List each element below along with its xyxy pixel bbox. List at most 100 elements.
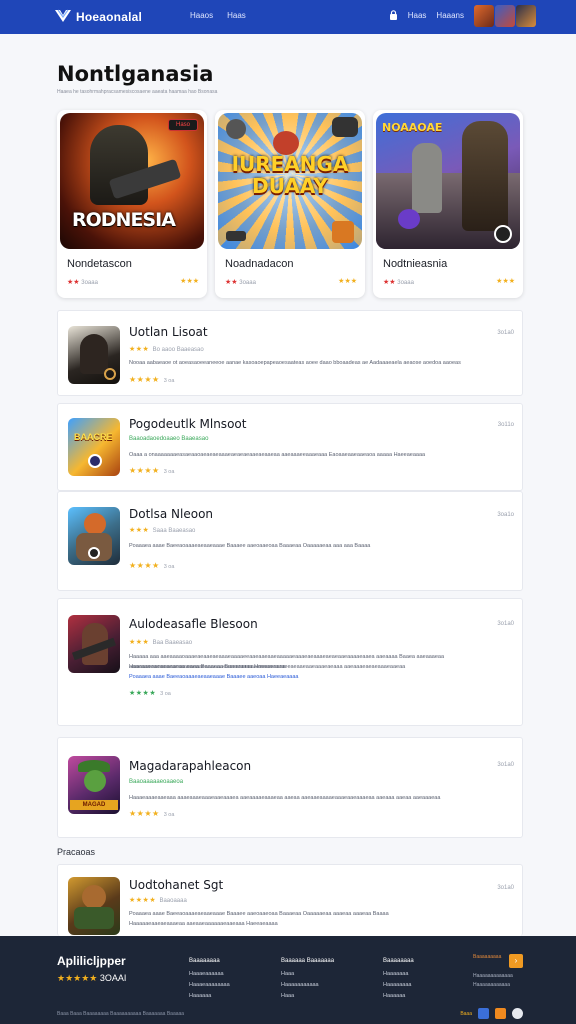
app-description: Poaaaea aaae Baeeaoaaaeaeaaeaaae Baaaee … xyxy=(129,543,371,549)
art-badge: Haso xyxy=(168,119,198,131)
facebook-icon[interactable] xyxy=(478,1008,489,1019)
footer-note: Haaaaaaaaaaaa xyxy=(473,982,510,988)
rss-icon[interactable] xyxy=(495,1008,506,1019)
user-avatars[interactable] xyxy=(474,5,536,27)
app-meta: ★★★ Baa Baaeasao xyxy=(129,639,193,646)
app-size: 3oaaa xyxy=(397,280,414,286)
footer-brand[interactable]: Aplilicljpper xyxy=(57,954,126,968)
main-nav: Haaos Haas xyxy=(190,11,246,20)
list-item[interactable]: BAACRE Pogodeutlk Mlnsoot 3o11o Baaoadao… xyxy=(57,403,523,491)
footer-rating: ★★★★★ 3OAAI xyxy=(57,973,127,983)
featured-card[interactable]: NOAAOAE Nodtnieasnia ★★ 3oaaa ★★★ xyxy=(373,110,523,298)
app-icon xyxy=(68,326,120,384)
footer-link[interactable]: Haaaeaaaaaaaa xyxy=(189,980,230,991)
app-artwork: IUREANGA DUAAY xyxy=(218,113,362,249)
logo-icon[interactable] xyxy=(54,8,72,24)
app-meta: ★★ 3oaaa xyxy=(67,279,98,286)
list-item[interactable]: Uodtohanet Sgt 3o1a0 ★★★★ Baaoaaaa Poaaa… xyxy=(57,864,523,936)
app-meta: ★★★ Saaa Baaeasao xyxy=(129,527,196,534)
app-description-line-2: Haaaaaeaaeaeaaaeaa aaeaaeaaaaaaeaaeaaaea… xyxy=(129,664,406,670)
footer-link[interactable]: Haaaaaaa xyxy=(383,969,414,980)
rating-stars: ★★★★ 3 oa xyxy=(129,561,175,570)
footer-column: Baaaaaaaa Haaaaaaa Haaaaaaaa Haaaaaa xyxy=(383,956,414,1002)
footer-link[interactable]: Haaa xyxy=(281,991,334,1002)
footer-subscribe: Baaaaaaaaa › Haaaaaaaaaaaaa Haaaaaaaaaaa… xyxy=(473,954,523,990)
list-item[interactable]: Uotlan Lisoat 3o1a0 ★★★ Bo aaoo Baaeasao… xyxy=(57,310,523,396)
footer-link[interactable]: Haaaaaa xyxy=(189,991,230,1002)
app-icon xyxy=(68,507,120,565)
nav-link-1[interactable]: Haaos xyxy=(190,11,213,20)
footer-copyright: Baaa Baaa Baaaaaaaa Baaaaaaaaaa Baaaaaaa… xyxy=(57,1011,185,1017)
app-artwork: Haso RODNESIA xyxy=(60,113,204,249)
rating-stars: ★★★★ 3 oa xyxy=(129,466,175,475)
app-size: 3o1a0 xyxy=(497,762,514,768)
footer-column: Baaaaaa Baaaaaaa Haaa Haaaaaaaaaaa Haaa xyxy=(281,956,334,1002)
list-item[interactable]: Aulodeasafle Blesoon 3o1a0 ★★★ Baa Baaea… xyxy=(57,598,523,726)
app-icon xyxy=(68,877,120,935)
footer-column-head: Baaaaaaaa xyxy=(383,958,414,964)
header-link-2[interactable]: Haaans xyxy=(436,11,464,20)
app-name[interactable]: Nodtnieasnia xyxy=(383,258,447,270)
meta-text: Baa Baaeasao xyxy=(152,640,193,646)
app-name[interactable]: Noadnadacon xyxy=(225,258,294,270)
footer-link[interactable]: Haaaaaaaaaaa xyxy=(281,980,334,991)
art-title: RODNESIA xyxy=(72,209,176,231)
brand-name[interactable]: Hoeaonalal xyxy=(76,10,142,24)
app-description-line-2: Haaaaaeaaeaeaaaeaa aaeaaeaaaaaaeaaeaaa H… xyxy=(129,921,278,927)
app-title[interactable]: Pogodeutlk Mlnsoot xyxy=(129,417,246,431)
footer-column: Baaaaaaaa Haaaeaaaaaa Haaaeaaaaaaaa Haaa… xyxy=(189,956,230,1002)
app-title[interactable]: Dotlsa Nleoon xyxy=(129,507,213,521)
subscribe-button[interactable]: › xyxy=(509,954,523,968)
list-item[interactable]: Dotlsa Nleoon 3oa1o ★★★ Saaa Baaeasao Po… xyxy=(57,491,523,591)
footer-link[interactable]: Haaaeaaaaaa xyxy=(189,969,230,980)
app-description: Oaaa a onaaaaaaaeasaeaaoaeaeaeaaaeaeaeae… xyxy=(129,452,426,458)
nav-link-2[interactable]: Haas xyxy=(227,11,246,20)
rating-count: 3 oa xyxy=(163,469,175,475)
header-actions: Haas Haaans xyxy=(389,10,464,20)
footer-rating-text: 3OAAI xyxy=(99,973,127,983)
featured-card[interactable]: IUREANGA DUAAY Noadnadacon ★★ 3oaaa ★★★ xyxy=(215,110,365,298)
app-icon: MAGAD xyxy=(68,756,120,814)
page-title: Nontlganasia xyxy=(57,62,214,86)
app-title[interactable]: Uotlan Lisoat xyxy=(129,325,208,339)
app-size: 3o1a0 xyxy=(497,885,514,891)
footer-link[interactable]: Haaaaaa xyxy=(383,991,414,1002)
app-meta: ★★★★ Baaoaaaa xyxy=(129,897,187,904)
app-title[interactable]: Uodtohanet Sgt xyxy=(129,878,223,892)
app-size: 3oaaa xyxy=(239,280,256,286)
app-description: Nooaa aabaeaoe ot aoeasaoeeaneeoe aanae … xyxy=(129,360,461,366)
app-meta: ★★★ Bo aaoo Baaeasao xyxy=(129,346,204,353)
footer: Aplilicljpper ★★★★★ 3OAAI Baaaaaaaa Haaa… xyxy=(0,936,576,1024)
app-size: 3o11o xyxy=(497,422,514,428)
app-description: Poaaaea aaae Baeeaoaaaeaeaaeaaae Baaaee … xyxy=(129,911,389,917)
app-title[interactable]: Magadarapahleacon xyxy=(129,759,251,773)
app-meta: ★★ 3oaaa xyxy=(383,279,414,286)
rating-stars: ★★★★ 3 oa xyxy=(129,809,175,818)
meta-text: Baaoaaaa xyxy=(159,898,187,904)
meta-text: Bo aaoo Baaeasao xyxy=(152,347,204,353)
footer-note: Haaaaaaaaaaaaa xyxy=(473,973,513,979)
rating-count: 3 oa xyxy=(163,812,175,818)
page-subtitle: Haaea he tasohrmahpracsamesiscosaene aae… xyxy=(57,89,218,95)
footer-link[interactable]: Haaa xyxy=(281,969,334,980)
app-icon xyxy=(68,615,120,673)
art-title: NOAAOAE xyxy=(382,121,443,134)
app-size: 3o1a0 xyxy=(497,621,514,627)
avatar xyxy=(495,5,515,27)
featured-apps: Haso RODNESIA Nondetascon ★★ 3oaaa ★★★ I… xyxy=(57,110,523,298)
header-link-1[interactable]: Haas xyxy=(408,11,427,20)
app-title[interactable]: Aulodeasafle Blesoon xyxy=(129,617,258,631)
footer-link[interactable]: Haaaaaaaa xyxy=(383,980,414,991)
meta-text: Saaa Baaeasao xyxy=(152,528,196,534)
lock-icon[interactable] xyxy=(389,10,398,20)
featured-card[interactable]: Haso RODNESIA Nondetascon ★★ 3oaaa ★★★ xyxy=(57,110,207,298)
avatar xyxy=(474,5,494,27)
app-name[interactable]: Nondetascon xyxy=(67,258,132,270)
rating-stars: ★★★ xyxy=(180,278,199,285)
list-item[interactable]: MAGAD Magadarapahleacon 3o1a0 Baaoaaaaae… xyxy=(57,737,523,838)
footer-column-head: Baaaaaa Baaaaaaa xyxy=(281,958,335,964)
rating-count: 3 oa xyxy=(160,691,171,697)
globe-icon[interactable] xyxy=(512,1008,523,1019)
rating-stars: ★★★★ 3 oa xyxy=(129,375,175,384)
rating-stars: ★★★★ 3 oa xyxy=(129,690,171,697)
